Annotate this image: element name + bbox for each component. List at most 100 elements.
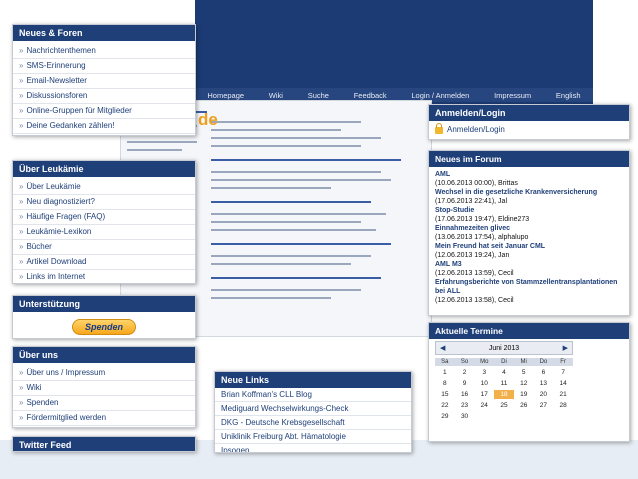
calendar-month: Juni 2013 [488, 344, 520, 352]
calendar-day[interactable]: 22 [435, 401, 455, 410]
calendar-day[interactable]: 21 [553, 390, 573, 399]
news-forums-item[interactable]: » Email-Newsletter [13, 74, 195, 89]
calendar-day[interactable]: 30 [455, 412, 475, 421]
preview-text-line [211, 229, 376, 231]
forum-post[interactable]: Erfahrungsberichte von Stammzellentransp… [429, 278, 629, 305]
new-link-item[interactable]: Brian Koffman's CLL Blog [215, 388, 411, 402]
calendar-day[interactable]: 9 [455, 379, 475, 388]
new-link-item[interactable]: Ipsogen [215, 444, 411, 452]
chevron-right-icon: » [19, 227, 24, 236]
nav-link[interactable]: Feedback [354, 91, 387, 100]
about-leukemia-item[interactable]: » Artikel Download [13, 255, 195, 270]
calendar-day[interactable]: 24 [474, 401, 494, 410]
calendar-day[interactable]: 3 [474, 368, 494, 377]
forum-post[interactable]: Wechsel in die gesetzliche Krankenversic… [429, 188, 629, 206]
calendar-day[interactable]: 25 [494, 401, 514, 410]
news-forums-item[interactable]: » Deine Gedanken zählen! [13, 119, 195, 134]
forum-post[interactable]: Einnahmezeiten glivec (13.06.2013 17:54),… [429, 224, 629, 242]
calendar-day[interactable]: 27 [534, 401, 554, 410]
preview-text-line [211, 187, 331, 189]
calendar-day[interactable]: 16 [455, 390, 475, 399]
calendar-day[interactable]: 23 [455, 401, 475, 410]
forum-post-meta: (17.06.2013 19:47), Eldine273 [435, 216, 530, 223]
chevron-right-icon: » [19, 368, 24, 377]
forum-post-topic[interactable]: Mein Freund hat seit Januar CML [435, 242, 623, 251]
about-us-item[interactable]: » Über uns / Impressum [13, 366, 195, 381]
nav-link[interactable]: English [556, 91, 581, 100]
forum-post-topic[interactable]: AML M3 [435, 260, 623, 269]
about-leukemia-item[interactable]: » Bücher [13, 240, 195, 255]
calendar-day[interactable]: 7 [553, 368, 573, 377]
news-forums-item[interactable]: » Nachrichtenthemen [13, 44, 195, 59]
about-us-item[interactable]: » Fördermitglied werden [13, 411, 195, 426]
forum-post[interactable]: Mein Freund hat seit Januar CML (12.06.20… [429, 242, 629, 260]
calendar-day[interactable]: 28 [553, 401, 573, 410]
nav-link[interactable]: Wiki [269, 91, 283, 100]
forum-post-meta: (12.06.2013 19:24), Jan [435, 252, 510, 259]
calendar-day[interactable]: 29 [435, 412, 455, 421]
about-leukemia-item-label: Bücher [26, 242, 52, 251]
about-leukemia-item[interactable]: » Neu diagnostiziert? [13, 195, 195, 210]
forum-post-topic[interactable]: Erfahrungsberichte von Stammzellentransp… [435, 278, 623, 296]
chevron-right-icon: » [19, 46, 24, 55]
next-month-icon[interactable]: ▶ [563, 344, 568, 352]
forum-post-topic[interactable]: AML [435, 170, 623, 179]
news-forums-item[interactable]: » Diskussionsforen [13, 89, 195, 104]
calendar-day[interactable]: 6 [534, 368, 554, 377]
new-link-item[interactable]: DKG - Deutsche Krebsgesellschaft [215, 416, 411, 430]
calendar-day[interactable]: 19 [514, 390, 534, 399]
about-leukemia-panel: Über Leukämie » Über Leukämie» Neu diagnos… [12, 160, 196, 284]
forum-post-topic[interactable]: Wechsel in die gesetzliche Krankenversic… [435, 188, 623, 197]
chevron-right-icon: » [19, 76, 24, 85]
calendar-day[interactable]: 13 [534, 379, 554, 388]
calendar-day[interactable]: 2 [455, 368, 475, 377]
new-link-item[interactable]: Uniklinik Freiburg Abt. Hämatologie [215, 430, 411, 444]
calendar-day[interactable]: 5 [514, 368, 534, 377]
about-us-item[interactable]: » Wiki [13, 381, 195, 396]
about-leukemia-item[interactable]: » Links im Internet [13, 270, 195, 283]
about-leukemia-item[interactable]: » Leukämie-Lexikon [13, 225, 195, 240]
calendar-day[interactable]: 10 [474, 379, 494, 388]
news-forums-item[interactable]: » SMS-Erinnerung [13, 59, 195, 74]
calendar-day[interactable]: 14 [553, 379, 573, 388]
calendar-day[interactable]: 4 [494, 368, 514, 377]
login-link[interactable]: Anmelden/Login [429, 121, 629, 137]
new-link-item[interactable]: Mediguard Wechselwirkungs-Check [215, 402, 411, 416]
about-leukemia-item[interactable]: » Häufige Fragen (FAQ) [13, 210, 195, 225]
preview-text-line [211, 159, 401, 161]
calendar-day[interactable]: 15 [435, 390, 455, 399]
nav-link[interactable]: Login / Anmelden [411, 91, 469, 100]
calendar-day[interactable]: 18 [494, 390, 514, 399]
calendar-day[interactable]: 26 [514, 401, 534, 410]
calendar-weekday: Di [494, 358, 514, 366]
nav-link[interactable]: Suche [308, 91, 329, 100]
panel-title: Über Leukämie [13, 161, 195, 177]
calendar-day[interactable]: 12 [514, 379, 534, 388]
about-leukemia-item-label: Links im Internet [26, 272, 86, 281]
about-us-item-label: Wiki [26, 383, 42, 392]
chevron-right-icon: » [19, 212, 24, 221]
forum-post[interactable]: AML (10.06.2013 00:00), Brittas [429, 170, 629, 188]
about-leukemia-item[interactable]: » Über Leukämie [13, 180, 195, 195]
nav-link[interactable]: Homepage [207, 91, 244, 100]
forum-post-topic[interactable]: Stop-Studie [435, 206, 623, 215]
calendar-day[interactable]: 11 [494, 379, 514, 388]
about-us-item-label: Fördermitglied werden [26, 413, 107, 422]
news-forums-item-label: Deine Gedanken zählen! [26, 121, 115, 130]
preview-text-line [211, 277, 381, 279]
preview-text-line [211, 255, 371, 257]
calendar: ◀ Juni 2013 ▶ Sa So Mo Di Mi Do Fr 1 2 3 4 5 6 7 8 9 10 1… [435, 341, 573, 421]
prev-month-icon[interactable]: ◀ [440, 344, 445, 352]
calendar-day[interactable]: 8 [435, 379, 455, 388]
calendar-day[interactable]: 17 [474, 390, 494, 399]
calendar-day[interactable]: 20 [534, 390, 554, 399]
calendar-day[interactable]: 1 [435, 368, 455, 377]
forum-post[interactable]: AML M3 (12.06.2013 13:59), Cecil [429, 260, 629, 278]
forum-post-topic[interactable]: Einnahmezeiten glivec [435, 224, 623, 233]
about-us-item[interactable]: » Spenden [13, 396, 195, 411]
about-us-item-label: Über uns / Impressum [26, 368, 106, 377]
forum-post[interactable]: Stop-Studie (17.06.2013 19:47), Eldine273 [429, 206, 629, 224]
news-forums-item[interactable]: » Online-Gruppen für Mitglieder [13, 104, 195, 119]
donate-button[interactable]: Spenden [71, 319, 136, 335]
nav-link[interactable]: Impressum [494, 91, 531, 100]
